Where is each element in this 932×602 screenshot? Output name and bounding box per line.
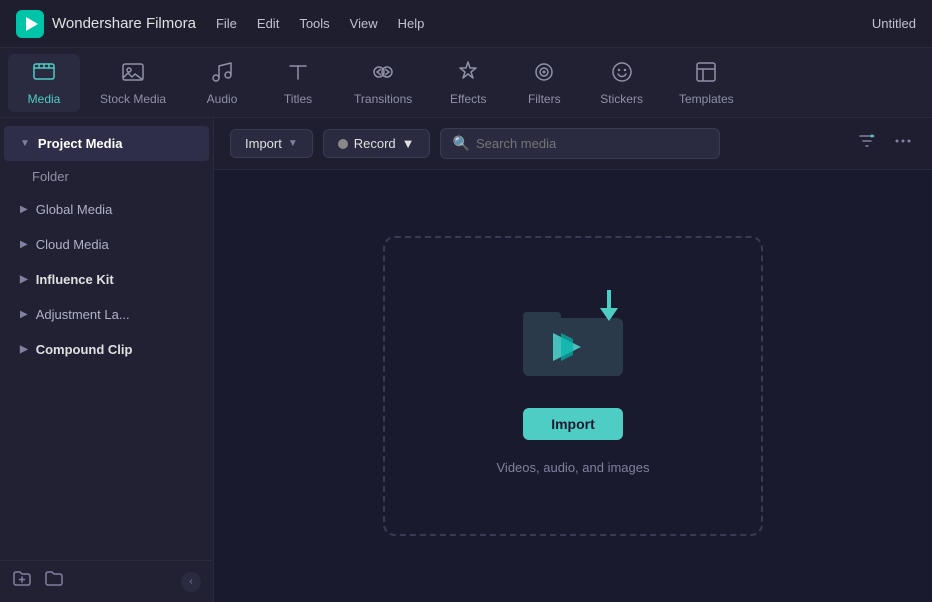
tab-bar: Media Stock Media Audio Titles [0,48,932,118]
import-drop-zone: Import Videos, audio, and images [383,236,763,536]
sidebar-bottom-icons [12,569,64,594]
sidebar-item-compound-clip[interactable]: ▶ Compound Clip [4,332,209,367]
influence-kit-arrow: ▶ [20,274,28,285]
sidebar: ▼ Project Media Folder ▶ Global Media ▶ … [0,118,214,602]
sidebar-item-global-media[interactable]: ▶ Global Media [4,192,209,227]
tab-audio-label: Audio [207,92,238,106]
menu-edit[interactable]: Edit [257,16,279,31]
record-button[interactable]: Record ▼ [323,129,430,158]
tab-stickers[interactable]: Stickers [584,54,659,112]
tab-media-label: Media [28,92,61,106]
media-icon [32,60,56,88]
tab-audio[interactable]: Audio [186,54,258,112]
sidebar-item-folder[interactable]: Folder [0,161,213,192]
sidebar-item-folder-label: Folder [32,169,69,184]
compound-clip-arrow: ▶ [20,344,28,355]
sidebar-item-influence-kit[interactable]: ▶ Influence Kit [4,262,209,297]
tab-transitions-label: Transitions [354,92,412,106]
window-title: Untitled [872,16,916,31]
tab-filters[interactable]: Filters [508,54,580,112]
sidebar-item-influence-kit-label: Influence Kit [36,272,114,287]
menu-file[interactable]: File [216,16,237,31]
search-input[interactable] [476,136,707,151]
titles-icon [286,60,310,88]
transitions-icon [371,60,395,88]
toolbar-right [854,128,916,159]
tab-titles[interactable]: Titles [262,54,334,112]
filter-button[interactable] [854,128,880,159]
import-button[interactable]: Import ▼ [230,129,313,158]
record-dot-icon [338,139,348,149]
tab-effects[interactable]: Effects [432,54,504,112]
media-area: Import ▼ Record ▼ 🔍 [214,118,932,602]
global-media-arrow: ▶ [20,204,28,215]
import-area: Import Videos, audio, and images [214,170,932,602]
adjustment-la-arrow: ▶ [20,309,28,320]
menu-help[interactable]: Help [398,16,425,31]
drop-zone-icon [518,298,628,388]
import-button-label: Import [245,136,282,151]
templates-icon [694,60,718,88]
sidebar-item-compound-clip-label: Compound Clip [36,342,133,357]
title-bar-left: Wondershare Filmora File Edit Tools View… [16,10,424,38]
title-bar: Wondershare Filmora File Edit Tools View… [0,0,932,48]
menu-items: File Edit Tools View Help [216,16,424,31]
tab-templates-label: Templates [679,92,734,106]
cloud-media-arrow: ▶ [20,239,28,250]
download-arrow [600,290,618,321]
tab-transitions[interactable]: Transitions [338,54,428,112]
media-toolbar: Import ▼ Record ▼ 🔍 [214,118,932,170]
tab-titles-label: Titles [284,92,312,106]
search-box[interactable]: 🔍 [440,128,720,159]
menu-tools[interactable]: Tools [299,16,329,31]
tab-stickers-label: Stickers [600,92,643,106]
app-logo-icon [16,10,44,38]
more-options-button[interactable] [890,128,916,159]
import-chevron-icon: ▼ [288,138,298,149]
effects-icon [456,60,480,88]
project-media-arrow: ▼ [20,138,30,149]
new-bin-icon[interactable] [44,569,64,594]
stickers-icon [610,60,634,88]
sidebar-item-project-media-label: Project Media [38,136,123,151]
sidebar-item-cloud-media-label: Cloud Media [36,237,109,252]
sidebar-item-global-media-label: Global Media [36,202,113,217]
tab-media[interactable]: Media [8,54,80,112]
tab-stock-media-label: Stock Media [100,92,166,106]
tab-templates[interactable]: Templates [663,54,750,112]
sidebar-item-cloud-media[interactable]: ▶ Cloud Media [4,227,209,262]
sidebar-item-project-media[interactable]: ▼ Project Media [4,126,209,161]
import-drop-description: Videos, audio, and images [497,460,650,475]
audio-icon [210,60,234,88]
record-chevron-icon: ▼ [402,136,415,151]
tab-stock-media[interactable]: Stock Media [84,54,182,112]
sidebar-bottom: ‹ [0,560,213,602]
record-button-label: Record [354,136,396,151]
collapse-sidebar-button[interactable]: ‹ [181,572,201,592]
tab-filters-label: Filters [528,92,561,106]
filters-icon [532,60,556,88]
sidebar-item-adjustment-la-label: Adjustment La... [36,307,130,322]
tab-effects-label: Effects [450,92,486,106]
app-name: Wondershare Filmora [52,15,196,32]
app-logo: Wondershare Filmora [16,10,196,38]
menu-view[interactable]: View [350,16,378,31]
new-folder-icon[interactable] [12,569,32,594]
sidebar-content: ▼ Project Media Folder ▶ Global Media ▶ … [0,118,213,560]
import-drop-button[interactable]: Import [523,408,623,440]
search-icon: 🔍 [453,135,470,152]
stock-media-icon [121,60,145,88]
sidebar-item-adjustment-la[interactable]: ▶ Adjustment La... [4,297,209,332]
main-content: ▼ Project Media Folder ▶ Global Media ▶ … [0,118,932,602]
